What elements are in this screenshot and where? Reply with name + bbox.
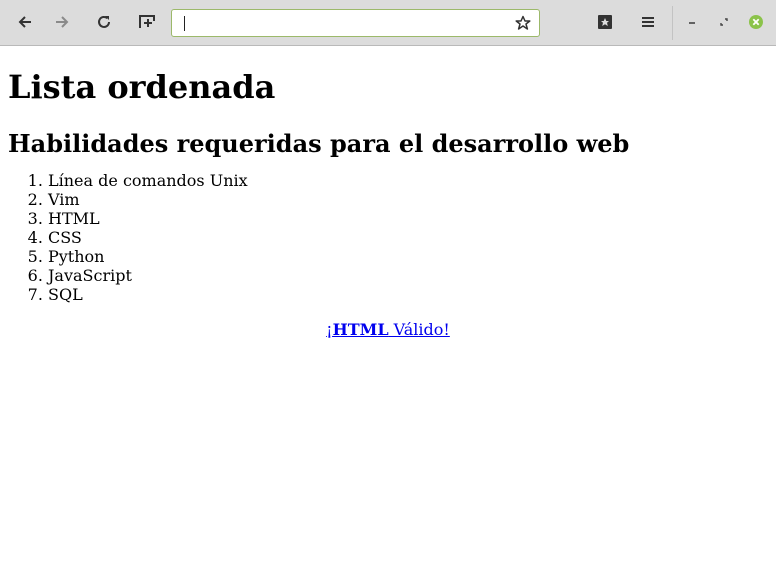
list-item: HTML bbox=[48, 209, 768, 228]
minimize-icon bbox=[689, 22, 695, 24]
list-item: Línea de comandos Unix bbox=[48, 171, 768, 190]
skills-list: Línea de comandos Unix Vim HTML CSS Pyth… bbox=[8, 171, 768, 304]
list-item: JavaScript bbox=[48, 266, 768, 285]
star-icon bbox=[515, 15, 531, 30]
close-icon bbox=[749, 15, 763, 29]
page-subtitle: Habilidades requeridas para el desarroll… bbox=[8, 129, 630, 158]
list-item: Python bbox=[48, 247, 768, 266]
library-button[interactable] bbox=[591, 8, 619, 36]
minimize-button[interactable] bbox=[678, 8, 706, 36]
list-item: Vim bbox=[48, 190, 768, 209]
back-arrow-icon bbox=[18, 16, 31, 28]
page-title: Lista ordenada bbox=[8, 68, 276, 106]
menu-button[interactable] bbox=[634, 8, 662, 36]
toolbar-separator bbox=[672, 6, 673, 40]
new-tab-icon bbox=[139, 15, 155, 28]
forward-arrow-icon bbox=[56, 16, 69, 28]
library-icon bbox=[598, 15, 612, 29]
hamburger-menu-icon bbox=[642, 17, 654, 27]
list-item: SQL bbox=[48, 285, 768, 304]
restore-button[interactable] bbox=[710, 8, 738, 36]
validator-suffix: Válido! bbox=[388, 320, 450, 339]
reload-button[interactable] bbox=[90, 8, 118, 36]
close-button[interactable] bbox=[742, 8, 770, 36]
validator-footer: ¡HTML Válido! bbox=[8, 320, 768, 339]
restore-icon bbox=[720, 18, 728, 26]
url-bar[interactable] bbox=[171, 9, 540, 37]
text-caret bbox=[184, 16, 185, 31]
html-validator-link[interactable]: ¡HTML Válido! bbox=[326, 320, 450, 339]
validator-html-abbr: HTML bbox=[332, 320, 389, 339]
bookmark-button[interactable] bbox=[515, 15, 531, 31]
new-tab-button[interactable] bbox=[133, 8, 161, 36]
reload-icon bbox=[98, 15, 110, 28]
page-content: Lista ordenada Habilidades requeridas pa… bbox=[0, 67, 776, 339]
browser-toolbar bbox=[0, 0, 776, 46]
url-input[interactable] bbox=[178, 14, 504, 32]
forward-button[interactable] bbox=[48, 8, 76, 36]
list-item: CSS bbox=[48, 228, 768, 247]
back-button[interactable] bbox=[11, 8, 39, 36]
